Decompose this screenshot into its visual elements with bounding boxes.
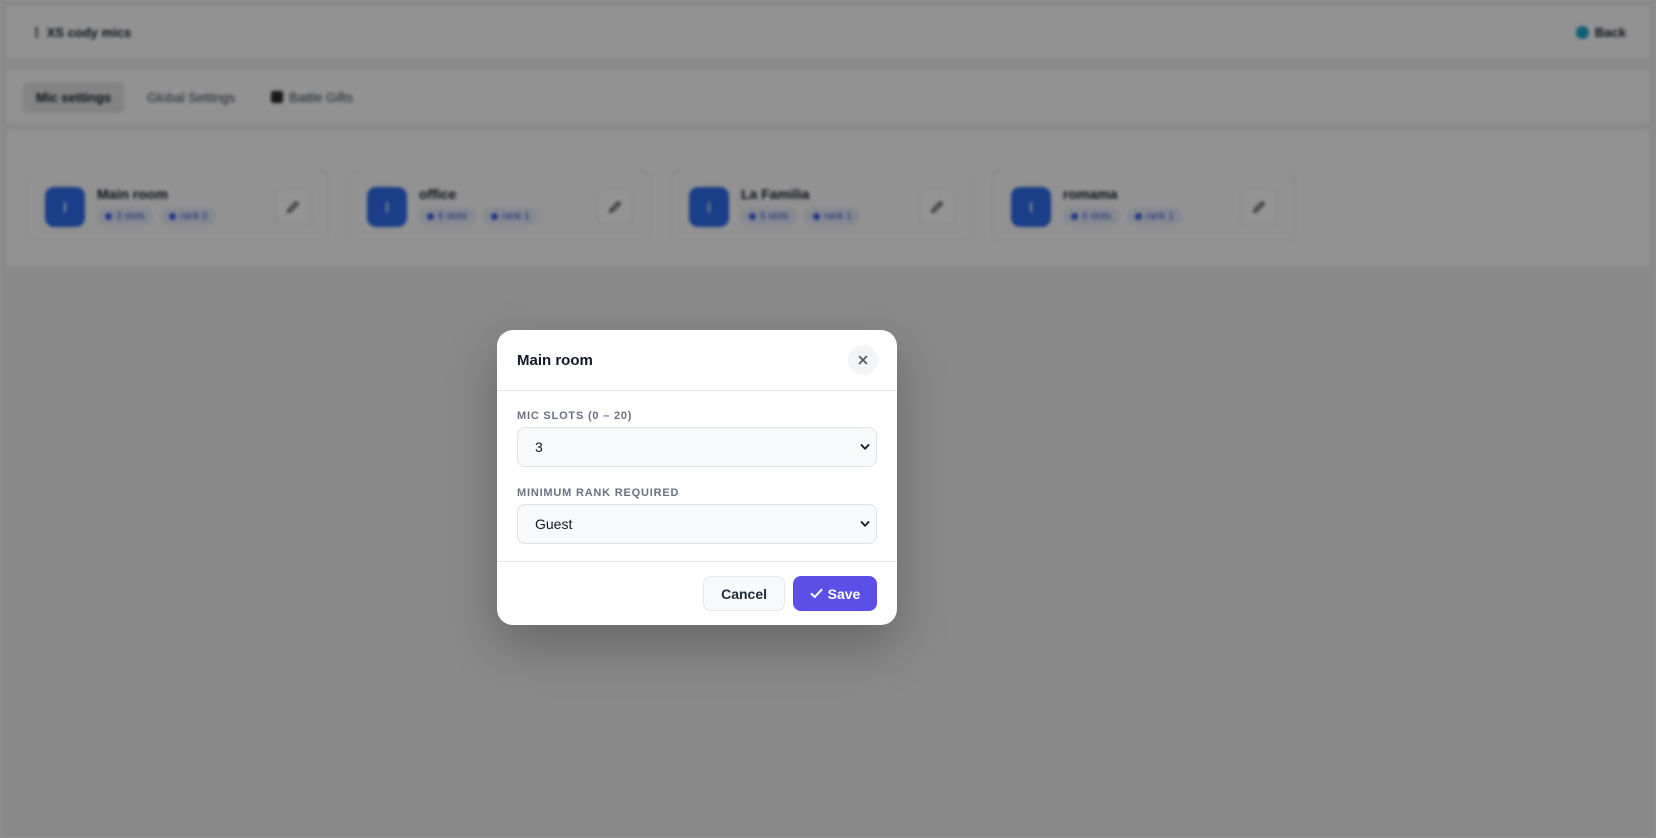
- check-icon: [810, 588, 823, 598]
- chevron-down-icon: [860, 444, 870, 450]
- close-icon: [858, 355, 868, 365]
- dialog-footer: Cancel Save: [497, 561, 897, 625]
- edit-room-dialog: Main room MIC SLOTS (0 – 20) 3 MINIMUM R…: [497, 330, 897, 625]
- mic-slots-value: 3: [535, 439, 543, 455]
- minimum-rank-select-wrap: Guest: [517, 504, 877, 544]
- minimum-rank-value: Guest: [535, 516, 573, 532]
- dialog-title: Main room: [517, 351, 593, 369]
- save-label: Save: [827, 585, 861, 602]
- dialog-header: Main room: [497, 330, 897, 391]
- mic-slots-select-wrap: 3: [517, 427, 877, 467]
- minimum-rank-select[interactable]: Guest: [517, 504, 877, 544]
- chevron-down-icon: [860, 521, 870, 527]
- mic-slots-select[interactable]: 3: [517, 427, 877, 467]
- save-button[interactable]: Save: [793, 576, 877, 611]
- mic-slots-label: MIC SLOTS (0 – 20): [517, 410, 633, 422]
- cancel-button[interactable]: Cancel: [703, 576, 785, 611]
- close-button[interactable]: [848, 345, 878, 375]
- dialog-body: MIC SLOTS (0 – 20) 3 MINIMUM RANK REQUIR…: [497, 391, 897, 544]
- minimum-rank-label: MINIMUM RANK REQUIRED: [517, 487, 680, 499]
